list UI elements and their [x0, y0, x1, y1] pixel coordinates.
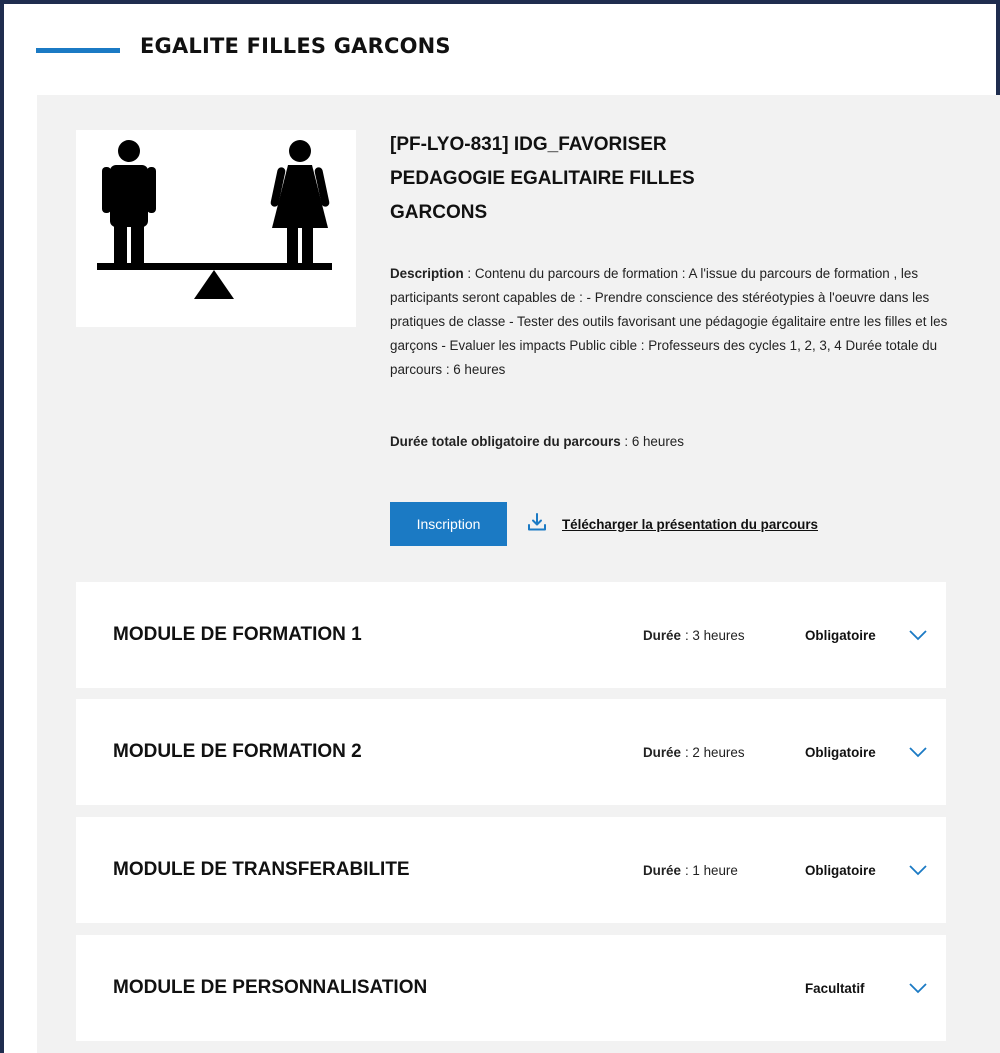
- download-icon: [526, 511, 548, 538]
- duration-label: Durée totale obligatoire du parcours: [390, 434, 621, 449]
- module-accordion-transferabilite[interactable]: MODULE DE TRANSFERABILITE Durée: 1 heure…: [76, 817, 946, 923]
- module-accordion-personnalisation[interactable]: MODULE DE PERSONNALISATION Facultatif: [76, 935, 946, 1041]
- download-presentation-link[interactable]: Télécharger la présentation du parcours: [526, 512, 818, 536]
- chevron-down-icon[interactable]: [908, 628, 928, 642]
- description-text: : Contenu du parcours de formation : A l…: [390, 266, 948, 377]
- chevron-down-icon[interactable]: [908, 981, 928, 995]
- module-accordion-formation-2[interactable]: MODULE DE FORMATION 2 Durée: 2 heures Ob…: [76, 699, 946, 805]
- module-title: MODULE DE FORMATION 1: [113, 624, 362, 645]
- module-status: Obligatoire: [805, 862, 876, 878]
- module-duree-value: : 1 heure: [684, 862, 738, 878]
- gender-equality-balance-icon: [76, 130, 356, 327]
- module-duree-value: : 3 heures: [684, 627, 745, 643]
- module-status: Obligatoire: [805, 744, 876, 760]
- module-status: Facultatif: [805, 980, 865, 996]
- module-duree-label: Durée: [643, 744, 681, 760]
- module-duree-label: Durée: [643, 627, 681, 643]
- section-header: EGALITE FILLES GARCONS: [36, 28, 451, 64]
- course-title-line2: PEDAGOGIE EGALITAIRE FILLES: [390, 168, 695, 189]
- section-title: EGALITE FILLES GARCONS: [140, 34, 451, 58]
- course-duration: Durée totale obligatoire du parcours : 6…: [390, 430, 950, 454]
- duration-value: : 6 heures: [620, 434, 684, 449]
- course-title: [PF-LYO-831] IDG_FAVORISER PEDAGOGIE EGA…: [390, 128, 770, 230]
- download-label: Télécharger la présentation du parcours: [562, 516, 818, 532]
- course-title-line1: [PF-LYO-831] IDG_FAVORISER: [390, 134, 667, 155]
- module-duree-value: : 2 heures: [684, 744, 745, 760]
- course-description: Description : Contenu du parcours de for…: [390, 262, 950, 382]
- module-status: Obligatoire: [805, 627, 876, 643]
- module-duree: Durée: 2 heures: [643, 699, 745, 805]
- description-label: Description: [390, 266, 464, 281]
- course-title-line3: GARCONS: [390, 202, 488, 223]
- inscription-button[interactable]: Inscription: [390, 502, 507, 546]
- chevron-down-icon[interactable]: [908, 745, 928, 759]
- module-title: MODULE DE PERSONNALISATION: [113, 977, 428, 998]
- module-duree-label: Durée: [643, 862, 681, 878]
- accent-bar: [36, 47, 120, 53]
- module-duree: Durée: 1 heure: [643, 817, 738, 923]
- module-accordion-formation-1[interactable]: MODULE DE FORMATION 1 Durée: 3 heures Ob…: [76, 582, 946, 688]
- chevron-down-icon[interactable]: [908, 863, 928, 877]
- module-title: MODULE DE FORMATION 2: [113, 741, 362, 762]
- module-title: MODULE DE TRANSFERABILITE: [113, 859, 410, 880]
- module-duree: Durée: 3 heures: [643, 582, 745, 688]
